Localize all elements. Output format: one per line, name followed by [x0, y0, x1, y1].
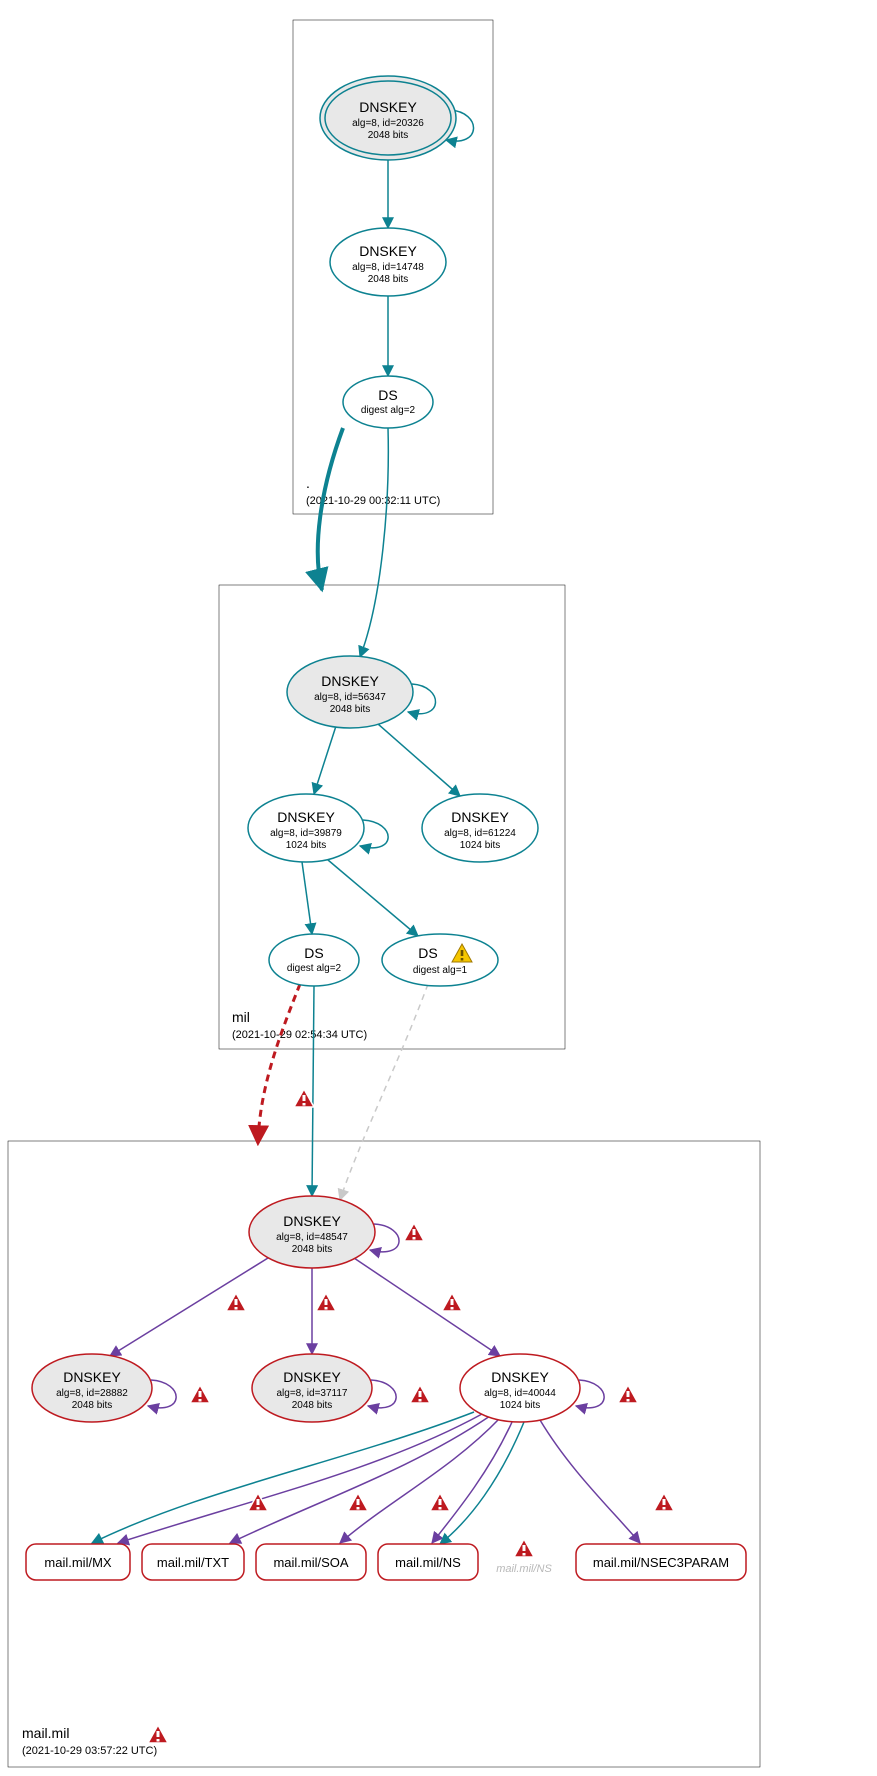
edge	[302, 862, 312, 934]
warning-icon	[226, 1293, 246, 1311]
node-title: DNSKEY	[321, 673, 379, 689]
node-sub: 1024 bits	[460, 840, 501, 851]
node-title: DNSKEY	[283, 1213, 341, 1229]
warning-icon	[618, 1385, 638, 1403]
node-title: DNSKEY	[491, 1369, 549, 1385]
node-sub: digest alg=2	[361, 405, 416, 416]
edge-delegation	[318, 428, 343, 590]
edge	[340, 1418, 500, 1543]
rr-label: mail.mil/NS	[395, 1555, 461, 1570]
node-sub: 2048 bits	[330, 704, 371, 715]
warning-icon	[410, 1385, 430, 1403]
node-sub: 2048 bits	[292, 1400, 333, 1411]
dnskey-mil-zsk: DNSKEY alg=8, id=39879 1024 bits	[248, 794, 364, 862]
edge	[440, 1422, 524, 1544]
dnskey-mil-ksk: DNSKEY alg=8, id=56347 2048 bits	[287, 656, 413, 728]
node-title: DNSKEY	[283, 1369, 341, 1385]
node-title: DNSKEY	[359, 243, 417, 259]
warning-icon	[430, 1493, 450, 1511]
warning-icon	[294, 1089, 314, 1107]
rrset-nsec3param: mail.mil/NSEC3PARAM	[576, 1544, 746, 1580]
zone-mil-label: mil	[232, 1009, 250, 1025]
zone-root-label: .	[306, 475, 310, 491]
node-title: DNSKEY	[277, 809, 335, 825]
warning-icon	[148, 1725, 168, 1743]
edge	[92, 1412, 474, 1543]
node-sub: alg=8, id=20326	[352, 118, 424, 129]
rr-label: mail.mil/NSEC3PARAM	[593, 1555, 729, 1570]
node-sub: 2048 bits	[292, 1244, 333, 1255]
node-title: DS	[418, 945, 437, 961]
dnskey-mailmil-k1: DNSKEY alg=8, id=28882 2048 bits	[32, 1354, 210, 1422]
zone-mailmil-label: mail.mil	[22, 1725, 69, 1741]
warning-icon	[442, 1293, 462, 1311]
rrset-txt: mail.mil/TXT	[142, 1544, 244, 1580]
dnskey-mailmil-k2: DNSKEY alg=8, id=37117 2048 bits	[252, 1354, 430, 1422]
node-sub: alg=8, id=28882	[56, 1388, 128, 1399]
node-title: DNSKEY	[451, 809, 509, 825]
edge-delegation-error	[258, 984, 300, 1142]
node-sub: alg=8, id=61224	[444, 828, 516, 839]
rrset-mx: mail.mil/MX	[26, 1544, 130, 1580]
rr-ghost-label: mail.mil/NS	[496, 1563, 552, 1575]
node-title: DNSKEY	[63, 1369, 121, 1385]
zone-mailmil-time: (2021-10-29 03:57:22 UTC)	[22, 1745, 157, 1757]
warning-icon	[404, 1223, 424, 1241]
edge	[432, 1422, 512, 1543]
warning-icon	[316, 1293, 336, 1311]
node-sub: alg=8, id=48547	[276, 1232, 348, 1243]
rr-label: mail.mil/TXT	[157, 1555, 229, 1570]
node-sub: 2048 bits	[368, 274, 409, 285]
zone-mailmil: mail.mil (2021-10-29 03:57:22 UTC)	[8, 1141, 760, 1767]
dnskey-mailmil-ksk: DNSKEY alg=8, id=48547 2048 bits	[249, 1196, 375, 1268]
edge	[360, 428, 388, 657]
warning-icon	[190, 1385, 210, 1403]
edge	[354, 1258, 500, 1356]
node-title: DS	[378, 387, 397, 403]
zone-root-time: (2021-10-29 00:32:11 UTC)	[306, 495, 440, 507]
edge	[540, 1420, 640, 1543]
rr-label: mail.mil/SOA	[273, 1555, 348, 1570]
node-sub: 2048 bits	[368, 130, 409, 141]
edge	[340, 984, 428, 1200]
dnskey-root-ksk: DNSKEY alg=8, id=20326 2048 bits	[320, 76, 456, 160]
edge	[328, 860, 418, 936]
node-title: DS	[304, 945, 323, 961]
rr-label: mail.mil/MX	[44, 1555, 111, 1570]
node-sub: alg=8, id=37117	[277, 1388, 348, 1399]
node-sub: alg=8, id=14748	[352, 262, 424, 273]
warning-icon	[654, 1493, 674, 1511]
rrset-ghost-ns: mail.mil/NS	[496, 1539, 552, 1575]
dnskey-root-zsk: DNSKEY alg=8, id=14748 2048 bits	[330, 228, 446, 296]
edge	[314, 726, 336, 794]
warning-icon	[514, 1539, 534, 1557]
node-sub: digest alg=1	[413, 965, 468, 976]
edge	[378, 724, 460, 796]
node-sub: alg=8, id=39879	[270, 828, 342, 839]
node-sub: alg=8, id=40044	[484, 1388, 556, 1399]
edge	[230, 1416, 490, 1543]
dnskey-mailmil-k3: DNSKEY alg=8, id=40044 1024 bits	[460, 1354, 638, 1422]
rrset-soa: mail.mil/SOA	[256, 1544, 366, 1580]
ds-mil-1: DS digest alg=2	[269, 934, 359, 986]
dnskey-mil-zsk2: DNSKEY alg=8, id=61224 1024 bits	[422, 794, 538, 862]
node-sub: digest alg=2	[287, 963, 342, 974]
edge	[312, 986, 314, 1196]
node-sub: 2048 bits	[72, 1400, 113, 1411]
ds-mil-2: DS digest alg=1	[382, 934, 498, 986]
ds-root: DS digest alg=2	[343, 376, 433, 428]
warning-icon	[348, 1493, 368, 1511]
rrset-ns: mail.mil/NS	[378, 1544, 478, 1580]
node-title: DNSKEY	[359, 99, 417, 115]
node-sub: alg=8, id=56347	[314, 692, 386, 703]
node-sub: 1024 bits	[286, 840, 327, 851]
node-sub: 1024 bits	[500, 1400, 541, 1411]
zone-mil-time: (2021-10-29 02:54:34 UTC)	[232, 1029, 367, 1041]
